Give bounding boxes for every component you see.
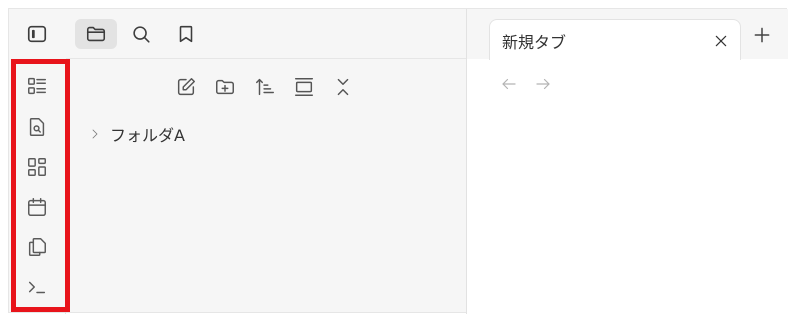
arrow-right-icon [536, 78, 550, 90]
copy-files-icon [28, 238, 46, 256]
auto-reveal-button[interactable] [290, 73, 318, 101]
forward-button[interactable] [532, 73, 554, 95]
back-button[interactable] [498, 73, 520, 95]
new-folder-button[interactable] [211, 73, 239, 101]
new-note-button[interactable] [172, 73, 200, 101]
tree-folder-label: フォルダA [110, 126, 185, 145]
bookmark-icon [179, 25, 193, 43]
tab-search[interactable] [120, 19, 162, 49]
collapse-all-button[interactable] [329, 73, 357, 101]
sidebar-toggle-button[interactable] [24, 21, 50, 47]
ribbon [9, 59, 70, 314]
ribbon-calendar-button[interactable] [23, 193, 51, 221]
ribbon-file-search-button[interactable] [23, 113, 51, 141]
arrow-left-icon [502, 78, 516, 90]
editor-tabbar: 新規タブ [467, 9, 788, 60]
terminal-icon [28, 281, 46, 294]
file-explorer-actions [66, 71, 466, 103]
tab-bookmarks[interactable] [165, 19, 207, 49]
ribbon-kanban-button[interactable] [23, 72, 51, 100]
calendar-icon [28, 198, 46, 216]
plus-icon [754, 27, 770, 43]
new-note-icon [177, 78, 195, 96]
tab-file-explorer[interactable] [75, 19, 117, 49]
grid-icon [28, 158, 46, 176]
ribbon-top [9, 9, 66, 59]
ribbon-grid-button[interactable] [23, 153, 51, 181]
collapse-all-icon [337, 78, 349, 96]
sort-icon [256, 78, 274, 96]
app-window: フォルダA 新規タブ [8, 8, 788, 314]
search-icon [133, 26, 150, 43]
folder-icon [86, 26, 106, 42]
new-folder-icon [216, 79, 234, 95]
kanban-list-icon [28, 77, 46, 95]
sort-button[interactable] [251, 73, 279, 101]
close-icon[interactable] [712, 32, 730, 50]
tree-folder-item[interactable]: フォルダA [86, 121, 185, 147]
editor-tab[interactable]: 新規タブ [489, 19, 741, 60]
ribbon-terminal-button[interactable] [23, 273, 51, 301]
ribbon-copy-button[interactable] [23, 233, 51, 261]
chevron-right-icon [86, 125, 104, 143]
file-search-icon [29, 118, 45, 136]
auto-reveal-icon [295, 78, 313, 96]
sidebar-toggle-icon [27, 25, 47, 43]
new-tab-button[interactable] [750, 23, 774, 47]
editor-pane: 新規タブ [467, 9, 788, 314]
editor-tab-title: 新規タブ [502, 33, 567, 52]
sidebar-tab-header [66, 9, 466, 59]
